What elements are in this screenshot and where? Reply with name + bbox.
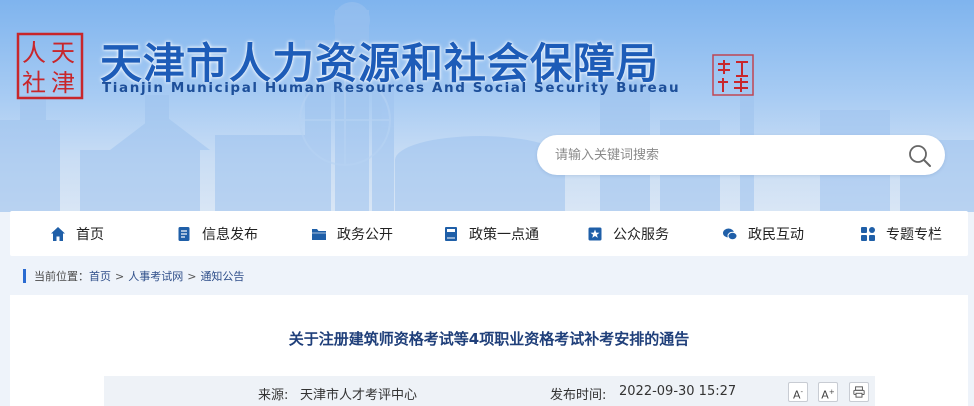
- article-meta-bar: 来源: 天津市人才考评中心 发布时间: 2022-09-30 15:27 A- …: [104, 376, 875, 406]
- breadcrumb-link-exam[interactable]: 人事考试网: [128, 268, 183, 284]
- home-icon: [51, 226, 65, 241]
- article-card: 关于注册建筑师资格考试等4项职业资格考试补考安排的通告 来源: 天津市人才考评中…: [10, 295, 968, 406]
- search-icon[interactable]: [907, 143, 933, 169]
- breadcrumb-separator: >: [115, 269, 125, 283]
- nav-label: 信息发布: [202, 226, 258, 243]
- breadcrumb-separator: >: [187, 269, 197, 283]
- breadcrumb-marker: [23, 269, 26, 283]
- svg-text:人: 人: [22, 39, 46, 67]
- svg-text:社: 社: [22, 69, 46, 97]
- source-label: 来源:: [258, 388, 289, 403]
- nav-label: 政务公开: [337, 226, 393, 243]
- article-title: 关于注册建筑师资格考试等4项职业资格考试补考安排的通告: [288, 330, 690, 348]
- document-icon: [178, 226, 190, 241]
- svg-text:天: 天: [51, 39, 75, 67]
- search-box: [537, 135, 945, 175]
- breadcrumb: 当前位置： 首页 > 人事考试网 > 通知公告: [23, 266, 244, 286]
- nav-item-info-release[interactable]: 信息发布: [176, 211, 258, 256]
- svg-text:津: 津: [51, 69, 75, 97]
- nav-item-public-service[interactable]: 公众服务: [587, 211, 669, 256]
- site-subtitle: Tianjin Municipal Human Resources And So…: [102, 80, 681, 96]
- nav-label: 专题专栏: [886, 226, 942, 243]
- nav-label: 首页: [76, 226, 104, 243]
- folder-icon: [312, 228, 326, 240]
- nav-item-government-affairs[interactable]: 政务公开: [311, 211, 393, 256]
- grid-icon: [861, 226, 875, 241]
- font-size-larger-button[interactable]: A+: [818, 382, 838, 402]
- nav-label: 政策一点通: [469, 226, 539, 243]
- date-value: 2022-09-30 15:27: [619, 384, 737, 399]
- book-icon: [445, 226, 457, 241]
- nav-label: 公众服务: [613, 226, 669, 243]
- nav-item-interaction[interactable]: 政民互动: [722, 211, 804, 256]
- breadcrumb-link-notices[interactable]: 通知公告: [200, 268, 244, 284]
- nav-item-policy[interactable]: 政策一点通: [443, 211, 539, 256]
- print-button[interactable]: [849, 382, 869, 402]
- star-badge-icon: [588, 227, 602, 240]
- emblem-seal-icon: [712, 54, 754, 96]
- logo-seal-icon: 人 天 社 津: [16, 32, 84, 100]
- breadcrumb-link-home[interactable]: 首页: [89, 268, 111, 284]
- search-input[interactable]: [555, 135, 895, 175]
- print-icon: [853, 386, 865, 398]
- chat-icon: [723, 228, 738, 240]
- nav-label: 政民互动: [748, 226, 804, 243]
- header-banner: 人 天 社 津 天津市人力资源和社会保障局 Tianjin Municipal …: [0, 0, 974, 212]
- nav-item-home[interactable]: 首页: [50, 211, 104, 256]
- date-label: 发布时间:: [550, 388, 607, 403]
- font-size-smaller-button[interactable]: A-: [788, 382, 808, 402]
- nav-item-topics[interactable]: 专题专栏: [860, 211, 942, 256]
- breadcrumb-label: 当前位置：: [34, 270, 89, 283]
- source-value: 天津市人才考评中心: [300, 388, 418, 403]
- main-nav: 首页 信息发布 政务公开 政策一点通 公众服务 政民互动 专题专栏: [10, 211, 968, 256]
